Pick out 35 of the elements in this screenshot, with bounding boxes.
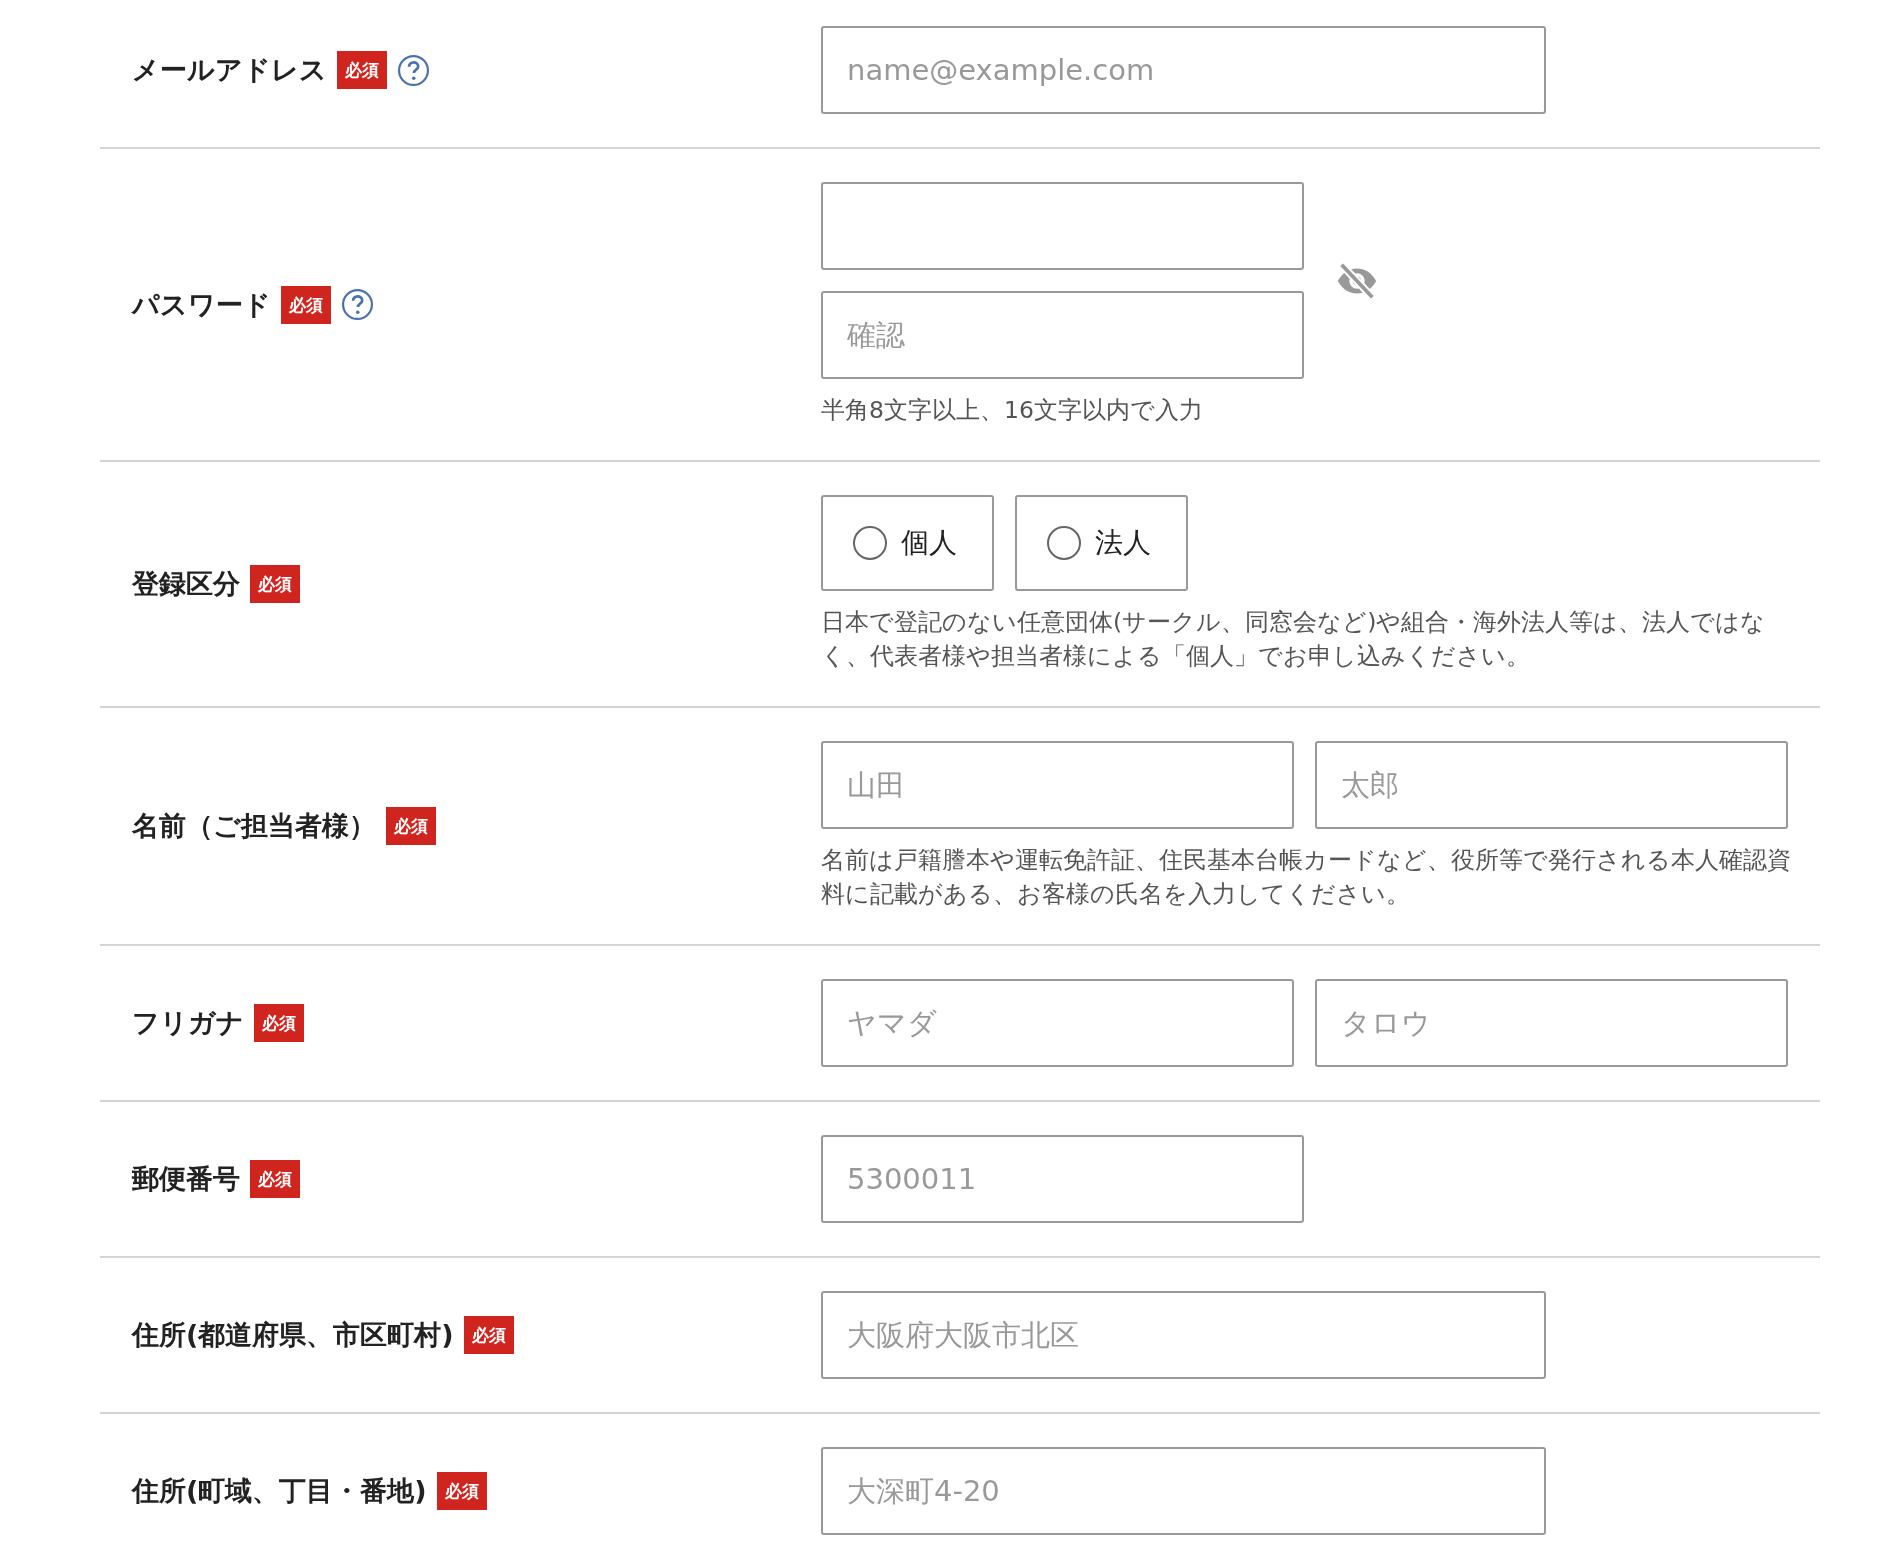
field-label: 住所(都道府県、市区町村) [132, 1318, 454, 1352]
text-field[interactable]: 5300011 [821, 1135, 1304, 1223]
text-field[interactable]: 大阪府大阪市北区 [821, 1291, 1546, 1379]
required-badge: 必須 [281, 285, 331, 324]
field-label: 登録区分 [132, 567, 240, 601]
radio-option[interactable]: 法人 [1015, 495, 1188, 591]
field-label: 住所(町域、丁目・番地) [132, 1474, 427, 1508]
help-text: 日本で登記のない任意団体(サークル、同窓会など)や組合・海外法人等は、法人ではなく、代表者様や担当者様による「個人」でお申し込みください。 [821, 607, 1767, 672]
field-label: メールアドレス [132, 53, 327, 87]
text-field[interactable]: 確認 [821, 291, 1304, 379]
field-label: 郵便番号 [132, 1162, 240, 1196]
required-badge: 必須 [463, 1316, 514, 1354]
field-label: パスワード [132, 287, 271, 322]
help-text: 半角8文字以上、16文字以内で入力 [821, 395, 1204, 426]
text-field[interactable]: タロウ [1315, 979, 1788, 1067]
text-field[interactable]: 大深町4-20 [821, 1447, 1546, 1535]
required-badge: 必須 [386, 807, 436, 845]
text-field[interactable]: name@example.com [821, 26, 1546, 114]
text-field[interactable]: 山田 [821, 741, 1294, 829]
radio-button[interactable] [853, 526, 887, 560]
required-badge: 必須 [337, 51, 387, 89]
required-badge: 必須 [254, 1004, 304, 1042]
required-badge: 必須 [250, 1160, 300, 1198]
text-field[interactable]: ヤマダ [821, 979, 1294, 1067]
text-field[interactable] [821, 182, 1304, 270]
radio-button[interactable] [1047, 526, 1081, 560]
field-label: 名前（ご担当者様） [132, 809, 376, 843]
text-field[interactable]: 太郎 [1315, 741, 1788, 829]
required-badge: 必須 [250, 565, 300, 603]
help-text: 名前は戸籍謄本や運転免許証、住民基本台帳カードなど、役所等で発行される本人確認資料に記載がある、お客様の氏名を入力してください。 [821, 845, 1792, 910]
help-icon[interactable] [341, 288, 374, 321]
radio-option[interactable]: 個人 [821, 495, 994, 591]
required-badge: 必須 [436, 1472, 487, 1510]
help-icon[interactable] [397, 53, 430, 87]
field-label: フリガナ [132, 1006, 244, 1040]
